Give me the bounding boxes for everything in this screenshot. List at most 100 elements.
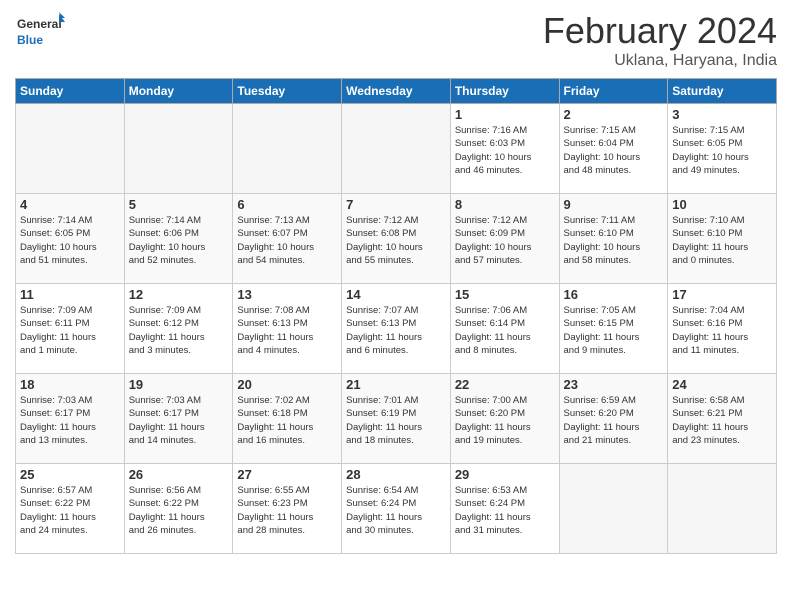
day-info: Sunrise: 7:05 AMSunset: 6:15 PMDaylight:… <box>564 304 664 357</box>
day-info: Sunrise: 7:15 AMSunset: 6:04 PMDaylight:… <box>564 124 664 177</box>
day-number: 14 <box>346 287 446 302</box>
day-number: 15 <box>455 287 555 302</box>
day-info: Sunrise: 7:02 AMSunset: 6:18 PMDaylight:… <box>237 394 337 447</box>
calendar-cell: 17 Sunrise: 7:04 AMSunset: 6:16 PMDayligh… <box>668 284 777 374</box>
day-number: 16 <box>564 287 664 302</box>
calendar-cell: 28Sunrise: 6:54 AMSunset: 6:24 PMDayligh… <box>342 464 451 554</box>
calendar-cell: 22 Sunrise: 7:00 AMSunset: 6:20 PMDayligh… <box>450 374 559 464</box>
day-number: 10 <box>672 197 772 212</box>
day-number: 29 <box>455 467 555 482</box>
day-number: 8 <box>455 197 555 212</box>
svg-text:General: General <box>17 17 62 31</box>
day-number: 2 <box>564 107 664 122</box>
calendar-cell: 18 Sunrise: 7:03 AMSunset: 6:17 PMDayligh… <box>16 374 125 464</box>
day-info: Sunrise: 7:07 AMSunset: 6:13 PMDaylight:… <box>346 304 446 357</box>
logo-svg: General Blue <box>15 10 65 52</box>
calendar-cell: 20 Sunrise: 7:02 AMSunset: 6:18 PMDayligh… <box>233 374 342 464</box>
day-number: 22 <box>455 377 555 392</box>
day-info: Sunrise: 7:14 AMSunset: 6:05 PMDaylight:… <box>20 214 120 267</box>
day-info: Sunrise: 7:09 AMSunset: 6:12 PMDaylight:… <box>129 304 229 357</box>
calendar-cell: 25Sunrise: 6:57 AMSunset: 6:22 PMDayligh… <box>16 464 125 554</box>
calendar-cell: 27Sunrise: 6:55 AMSunset: 6:23 PMDayligh… <box>233 464 342 554</box>
day-info: Sunrise: 7:09 AMSunset: 6:11 PMDaylight:… <box>20 304 120 357</box>
calendar-cell: 11 Sunrise: 7:09 AMSunset: 6:11 PMDayligh… <box>16 284 125 374</box>
day-number: 18 <box>20 377 120 392</box>
day-number: 20 <box>237 377 337 392</box>
calendar-cell: 21 Sunrise: 7:01 AMSunset: 6:19 PMDayligh… <box>342 374 451 464</box>
day-number: 27 <box>237 467 337 482</box>
day-number: 19 <box>129 377 229 392</box>
week-row-3: 11 Sunrise: 7:09 AMSunset: 6:11 PMDayligh… <box>16 284 777 374</box>
calendar-cell: 8 Sunrise: 7:12 AMSunset: 6:09 PMDaylight… <box>450 194 559 284</box>
calendar-cell: 2 Sunrise: 7:15 AMSunset: 6:04 PMDaylight… <box>559 104 668 194</box>
calendar-cell: 5 Sunrise: 7:14 AMSunset: 6:06 PMDaylight… <box>124 194 233 284</box>
day-number: 3 <box>672 107 772 122</box>
calendar-table: SundayMondayTuesdayWednesdayThursdayFrid… <box>15 78 777 554</box>
weekday-header-wednesday: Wednesday <box>342 79 451 104</box>
calendar-cell: 3 Sunrise: 7:15 AMSunset: 6:05 PMDaylight… <box>668 104 777 194</box>
calendar-cell <box>668 464 777 554</box>
month-title: February 2024 <box>543 10 777 52</box>
day-number: 7 <box>346 197 446 212</box>
day-info: Sunrise: 6:57 AMSunset: 6:22 PMDaylight:… <box>20 484 120 537</box>
day-number: 4 <box>20 197 120 212</box>
calendar-cell: 12 Sunrise: 7:09 AMSunset: 6:12 PMDayligh… <box>124 284 233 374</box>
day-info: Sunrise: 7:03 AMSunset: 6:17 PMDaylight:… <box>129 394 229 447</box>
title-area: February 2024 Uklana, Haryana, India <box>543 10 777 70</box>
calendar-cell <box>559 464 668 554</box>
weekday-header-row: SundayMondayTuesdayWednesdayThursdayFrid… <box>16 79 777 104</box>
day-info: Sunrise: 6:54 AMSunset: 6:24 PMDaylight:… <box>346 484 446 537</box>
calendar-cell: 29 Sunrise: 6:53 AMSunset: 6:24 PMDayligh… <box>450 464 559 554</box>
calendar-cell <box>233 104 342 194</box>
day-info: Sunrise: 7:01 AMSunset: 6:19 PMDaylight:… <box>346 394 446 447</box>
day-info: Sunrise: 6:53 AMSunset: 6:24 PMDaylight:… <box>455 484 555 537</box>
calendar-cell <box>342 104 451 194</box>
day-info: Sunrise: 7:10 AMSunset: 6:10 PMDaylight:… <box>672 214 772 267</box>
calendar-cell: 26 Sunrise: 6:56 AMSunset: 6:22 PMDayligh… <box>124 464 233 554</box>
calendar-cell: 9Sunrise: 7:11 AMSunset: 6:10 PMDaylight… <box>559 194 668 284</box>
weekday-header-saturday: Saturday <box>668 79 777 104</box>
calendar-cell <box>124 104 233 194</box>
day-info: Sunrise: 7:15 AMSunset: 6:05 PMDaylight:… <box>672 124 772 177</box>
logo: General Blue <box>15 10 65 52</box>
day-number: 12 <box>129 287 229 302</box>
weekday-header-tuesday: Tuesday <box>233 79 342 104</box>
week-row-4: 18 Sunrise: 7:03 AMSunset: 6:17 PMDayligh… <box>16 374 777 464</box>
location: Uklana, Haryana, India <box>543 52 777 70</box>
calendar-cell: 7 Sunrise: 7:12 AMSunset: 6:08 PMDaylight… <box>342 194 451 284</box>
day-info: Sunrise: 6:56 AMSunset: 6:22 PMDaylight:… <box>129 484 229 537</box>
day-info: Sunrise: 7:06 AMSunset: 6:14 PMDaylight:… <box>455 304 555 357</box>
day-number: 11 <box>20 287 120 302</box>
calendar-cell: 19 Sunrise: 7:03 AMSunset: 6:17 PMDayligh… <box>124 374 233 464</box>
day-info: Sunrise: 7:00 AMSunset: 6:20 PMDaylight:… <box>455 394 555 447</box>
calendar-cell: 1 Sunrise: 7:16 AMSunset: 6:03 PMDaylight… <box>450 104 559 194</box>
calendar-cell: 13 Sunrise: 7:08 AMSunset: 6:13 PMDayligh… <box>233 284 342 374</box>
calendar-cell: 24Sunrise: 6:58 AMSunset: 6:21 PMDayligh… <box>668 374 777 464</box>
day-number: 5 <box>129 197 229 212</box>
weekday-header-thursday: Thursday <box>450 79 559 104</box>
day-info: Sunrise: 7:08 AMSunset: 6:13 PMDaylight:… <box>237 304 337 357</box>
day-info: Sunrise: 7:14 AMSunset: 6:06 PMDaylight:… <box>129 214 229 267</box>
day-number: 21 <box>346 377 446 392</box>
weekday-header-monday: Monday <box>124 79 233 104</box>
calendar-cell: 23Sunrise: 6:59 AMSunset: 6:20 PMDayligh… <box>559 374 668 464</box>
day-info: Sunrise: 7:13 AMSunset: 6:07 PMDaylight:… <box>237 214 337 267</box>
calendar-cell: 4 Sunrise: 7:14 AMSunset: 6:05 PMDaylight… <box>16 194 125 284</box>
day-number: 24 <box>672 377 772 392</box>
day-info: Sunrise: 7:03 AMSunset: 6:17 PMDaylight:… <box>20 394 120 447</box>
day-number: 13 <box>237 287 337 302</box>
day-number: 26 <box>129 467 229 482</box>
day-number: 1 <box>455 107 555 122</box>
calendar-cell: 14 Sunrise: 7:07 AMSunset: 6:13 PMDayligh… <box>342 284 451 374</box>
day-info: Sunrise: 7:16 AMSunset: 6:03 PMDaylight:… <box>455 124 555 177</box>
day-info: Sunrise: 7:12 AMSunset: 6:09 PMDaylight:… <box>455 214 555 267</box>
calendar-cell <box>16 104 125 194</box>
day-info: Sunrise: 7:12 AMSunset: 6:08 PMDaylight:… <box>346 214 446 267</box>
calendar-cell: 10 Sunrise: 7:10 AMSunset: 6:10 PMDayligh… <box>668 194 777 284</box>
day-number: 17 <box>672 287 772 302</box>
day-info: Sunrise: 6:59 AMSunset: 6:20 PMDaylight:… <box>564 394 664 447</box>
week-row-1: 1 Sunrise: 7:16 AMSunset: 6:03 PMDaylight… <box>16 104 777 194</box>
svg-text:Blue: Blue <box>17 33 43 47</box>
weekday-header-friday: Friday <box>559 79 668 104</box>
day-info: Sunrise: 7:04 AMSunset: 6:16 PMDaylight:… <box>672 304 772 357</box>
